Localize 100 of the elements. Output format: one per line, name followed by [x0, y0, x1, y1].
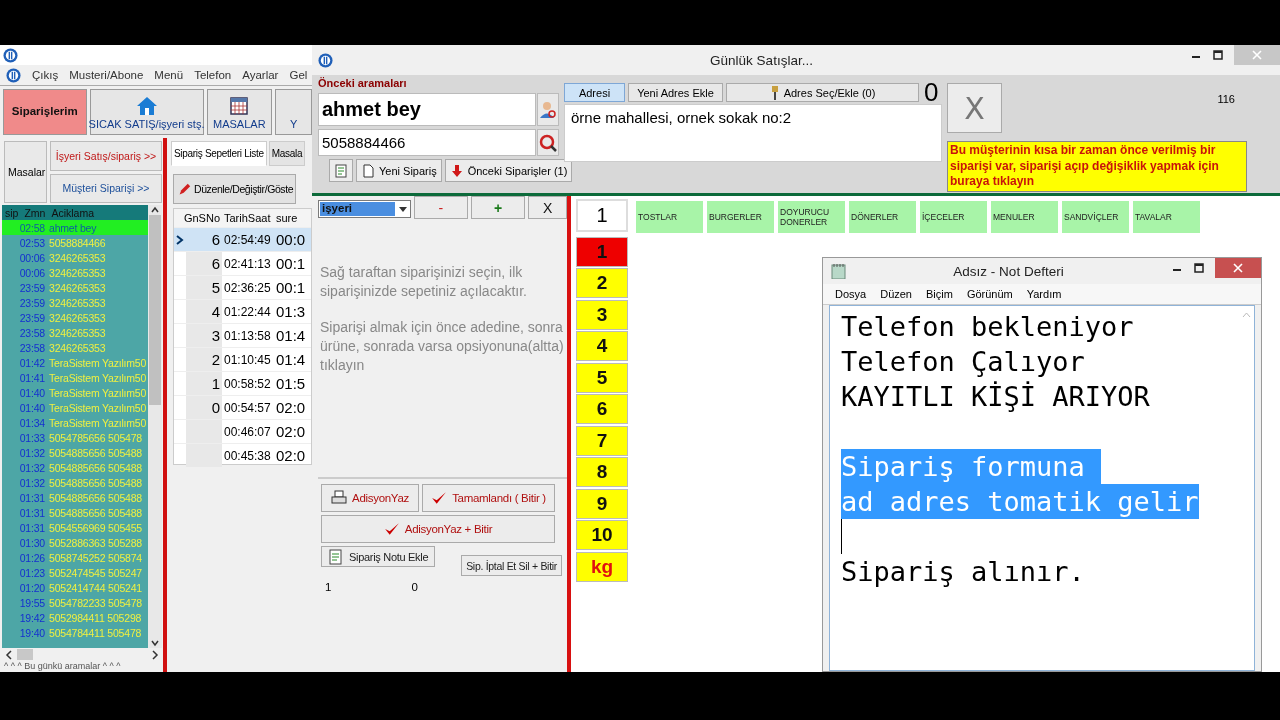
- step-button[interactable]: -: [413, 196, 468, 219]
- column-header: GnSNo: [186, 211, 221, 226]
- order-row[interactable]: 5 02:36:25 00:1: [174, 275, 311, 299]
- notes-icon: [334, 163, 348, 178]
- row-pointer-icon: [176, 234, 184, 245]
- address-field[interactable]: örne mahallesi, ornek sokak no:2: [564, 104, 942, 162]
- scroll-right-icon[interactable]: [151, 649, 159, 660]
- window-title: Günlük Satışlar...: [709, 52, 814, 68]
- category-button[interactable]: SANDVİÇLER: [1062, 201, 1129, 233]
- step-button[interactable]: X: [528, 196, 567, 219]
- complete-button[interactable]: Tamamlandı ( Bitir ): [422, 484, 555, 512]
- order-row[interactable]: 1 00:58:52 01:5: [174, 371, 311, 395]
- warning-message[interactable]: Bu müşterinin kısa bir zaman önce verilmiş bir siparişi var, siparişi açıp değişiklik yapmak için buraya tıklayın: [947, 141, 1247, 192]
- scroll-up-icon[interactable]: [150, 205, 160, 215]
- quantity-button[interactable]: kg: [576, 551, 628, 582]
- menu-item[interactable]: Görünüm: [966, 288, 1013, 300]
- phone-field[interactable]: 5058884466: [318, 129, 536, 156]
- close-icon[interactable]: [1215, 258, 1261, 278]
- quantity-display: 1: [576, 199, 628, 232]
- order-row[interactable]: 6 02:41:13 00:1: [174, 251, 311, 275]
- menu-item[interactable]: Yardım: [1026, 288, 1062, 300]
- quantity-button[interactable]: 2: [576, 268, 628, 298]
- add-note-button[interactable]: Sipariş Notu Ekle: [321, 546, 436, 567]
- pen-icon: [769, 85, 780, 100]
- order-row[interactable]: 3 01:13:58 01:4: [174, 323, 311, 347]
- category-button[interactable]: BURGERLER: [707, 201, 774, 233]
- quantity-button[interactable]: 10: [576, 520, 628, 550]
- previous-calls-link[interactable]: Önceki aramaları: [318, 75, 564, 93]
- step-button[interactable]: +: [471, 196, 526, 219]
- quantity-button[interactable]: 8: [576, 457, 628, 487]
- order-row[interactable]: 4 01:22:44 01:3: [174, 299, 311, 323]
- quantity-button[interactable]: 9: [576, 488, 628, 519]
- checkmark-icon: [383, 521, 400, 537]
- menu-item[interactable]: Biçim: [926, 288, 953, 300]
- quantity-button[interactable]: 3: [576, 299, 628, 330]
- document-icon: [361, 163, 375, 178]
- column-header: Aciklama: [51, 206, 95, 219]
- quantity-button[interactable]: 1: [576, 236, 628, 267]
- vertical-scrollbar[interactable]: [148, 205, 162, 648]
- scroll-thumb[interactable]: [17, 649, 33, 660]
- customer-search-button[interactable]: [537, 93, 559, 126]
- order-row[interactable]: 00:45:38 02:0: [174, 443, 311, 467]
- total-value: 1: [325, 581, 332, 593]
- toolbar-button[interactable]: Y: [275, 89, 312, 135]
- quantity-button[interactable]: 4: [576, 331, 628, 361]
- call-row[interactable]: 02:58 ahmet bey: [2, 220, 148, 235]
- phone-search-button[interactable]: [537, 129, 559, 156]
- order-row[interactable]: 2 01:10:45 01:4: [174, 347, 311, 371]
- order-button[interactable]: Önceki Siparişler (1): [444, 159, 573, 182]
- side-button[interactable]: Müşteri Siparişi >>: [50, 173, 162, 203]
- address-tab[interactable]: Adresi: [564, 83, 625, 102]
- category-button[interactable]: MENULER: [991, 201, 1058, 233]
- tab[interactable]: Masala: [268, 141, 306, 166]
- quantity-button[interactable]: 7: [576, 425, 628, 456]
- scroll-left-icon[interactable]: [5, 649, 13, 660]
- menu-item[interactable]: Ayarlar: [242, 69, 279, 81]
- category-button[interactable]: DÖNERLER: [849, 201, 916, 233]
- edit-button[interactable]: Düzenle/Değiştir/Göste: [173, 174, 297, 204]
- menu-item[interactable]: Menü: [154, 69, 184, 81]
- cancel-button[interactable]: Sip. İptal Et Sil + Bitir: [461, 555, 562, 576]
- order-type-dropdown[interactable]: işyeri: [318, 200, 411, 218]
- address-tab[interactable]: Adres Seç/Ekle (0): [726, 83, 919, 102]
- maximize-icon[interactable]: [1212, 49, 1224, 61]
- quantity-button[interactable]: 6: [576, 394, 628, 424]
- column-header: TarihSaat: [223, 212, 272, 224]
- order-button[interactable]: Yeni Sipariş: [356, 159, 442, 182]
- window-title: Adsız - Not Defteri: [952, 263, 1065, 279]
- toolbar-button[interactable]: Siparişlerim: [3, 89, 87, 135]
- scroll-down-icon[interactable]: [150, 638, 160, 648]
- quantity-button[interactable]: 5: [576, 362, 628, 393]
- category-button[interactable]: TAVALAR: [1133, 201, 1200, 233]
- pencil-icon: [178, 182, 191, 196]
- close-button[interactable]: X: [947, 83, 1002, 133]
- maximize-icon[interactable]: [1193, 262, 1205, 274]
- print-complete-button[interactable]: AdisyonYaz + Bitir: [321, 515, 555, 543]
- text-line: KAYITLI KİŞİ ARIYOR: [841, 380, 1150, 414]
- category-button[interactable]: İÇECELER: [920, 201, 987, 233]
- menu-item[interactable]: Çıkış: [32, 69, 59, 81]
- order-row[interactable]: 00:46:07 02:0: [174, 419, 311, 443]
- menu-item[interactable]: Düzen: [880, 288, 912, 300]
- tab[interactable]: Sipariş Sepetleri Liste: [171, 141, 267, 166]
- order-row[interactable]: 0 00:54:57 02:0: [174, 395, 311, 419]
- side-button[interactable]: Masalar: [4, 141, 47, 203]
- menu-item[interactable]: Musteri/Abone: [69, 69, 144, 81]
- calendar-icon: [228, 96, 251, 116]
- print-button[interactable]: AdisyonYaz: [321, 484, 419, 512]
- category-button[interactable]: TOSTLAR: [636, 201, 703, 233]
- menu-item[interactable]: Dosya: [835, 288, 867, 300]
- name-field[interactable]: ahmet bey: [318, 93, 536, 126]
- toolbar-button[interactable]: MASALAR: [206, 89, 273, 135]
- menu-item[interactable]: Telefon: [194, 69, 232, 81]
- menu-item[interactable]: Gel: [289, 69, 308, 81]
- order-row[interactable]: 6 02:54:49 00:0: [174, 227, 311, 251]
- text-line: Sipariş alınır.: [841, 555, 1085, 589]
- toolbar-button[interactable]: SICAK SATIŞ/işyeri stş.: [89, 89, 204, 135]
- category-button[interactable]: DOYURUCU DONERLER: [778, 201, 845, 233]
- side-button[interactable]: İşyeri Satış/sipariş >>: [50, 141, 162, 171]
- house-icon: [135, 96, 158, 116]
- address-tab[interactable]: Yeni Adres Ekle: [628, 83, 723, 102]
- notes-button[interactable]: [329, 159, 353, 182]
